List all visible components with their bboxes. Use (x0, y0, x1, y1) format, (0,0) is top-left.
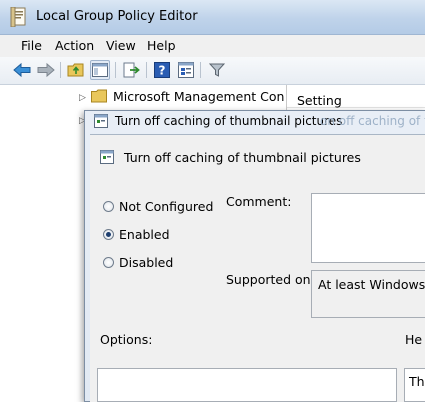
toolbar-separator (115, 62, 116, 78)
forward-icon[interactable] (36, 60, 56, 80)
options-label: Options: (100, 332, 153, 347)
policy-icon (93, 113, 109, 132)
filter-icon[interactable] (207, 60, 227, 80)
help-panel[interactable]: Th (404, 368, 425, 402)
radio-label: Not Configured (119, 199, 214, 214)
radio-button[interactable] (103, 229, 114, 240)
policy-icon (99, 149, 115, 168)
expand-arrow-icon[interactable]: ▷ (79, 93, 86, 103)
export-list-icon[interactable] (122, 60, 142, 80)
toolbar-separator (200, 62, 201, 78)
supported-on-field: At least Windows XP (311, 270, 425, 318)
help-text: Th (409, 374, 425, 389)
radio-button[interactable] (103, 257, 114, 268)
back-icon[interactable] (12, 60, 32, 80)
menu-action[interactable]: Action (55, 38, 94, 53)
group-policy-app-icon (10, 6, 28, 28)
toolbar-separator (60, 62, 61, 78)
comment-label: Comment: (226, 194, 292, 209)
tree-item-label[interactable]: Microsoft Management Cons (113, 89, 285, 104)
policy-dialog: Turn off caching of thumbnail pictures o… (84, 110, 425, 402)
menu-bar: File Action View Help (0, 35, 425, 57)
toolbar: ? (0, 57, 425, 85)
menu-view[interactable]: View (106, 38, 136, 53)
radio-disabled[interactable]: Disabled (103, 255, 173, 270)
properties-icon[interactable] (176, 60, 196, 80)
title-bar: Local Group Policy Editor (0, 0, 425, 35)
radio-label: Enabled (119, 227, 170, 242)
radio-button[interactable] (103, 201, 114, 212)
radio-enabled[interactable]: Enabled (103, 227, 170, 242)
svg-text:?: ? (159, 64, 166, 78)
help-icon[interactable]: ? (152, 60, 172, 80)
policy-name: Turn off caching of thumbnail pictures (124, 150, 361, 165)
background-title-text: on off caching of thu (320, 114, 425, 128)
radio-label: Disabled (119, 255, 174, 270)
column-header-setting[interactable]: Setting (297, 93, 342, 108)
menu-help[interactable]: Help (147, 38, 176, 53)
options-panel[interactable] (97, 368, 397, 402)
supported-on-value: At least Windows XP (318, 277, 425, 292)
dialog-body: Turn off caching of thumbnail pictures N… (90, 134, 425, 402)
menu-file[interactable]: File (21, 38, 42, 53)
radio-not-configured[interactable]: Not Configured (103, 199, 213, 214)
show-hide-tree-icon[interactable] (90, 60, 110, 80)
window-title: Local Group Policy Editor (36, 9, 198, 24)
help-label: He (405, 332, 423, 347)
toolbar-separator (146, 62, 147, 78)
comment-field[interactable] (311, 193, 425, 263)
dialog-title: Turn off caching of thumbnail pictures (115, 114, 343, 128)
folder-icon (91, 89, 107, 106)
supported-on-label: Supported on: (226, 272, 315, 287)
up-folder-icon[interactable] (66, 60, 86, 80)
